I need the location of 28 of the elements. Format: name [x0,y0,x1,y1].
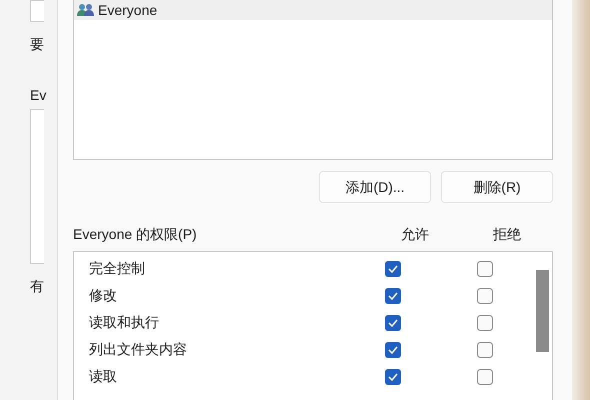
user-name: Everyone [98,0,158,20]
column-header: 拒绝 [492,224,522,244]
permission-name: 读取 [89,367,118,386]
checkbox[interactable] [477,314,493,330]
field-label: 要 [30,35,45,54]
field-label: Ev [30,86,48,105]
text-field[interactable] [30,0,44,22]
user-row[interactable]: Everyone [74,0,552,20]
checkbox[interactable] [385,260,401,276]
checkbox[interactable] [477,288,493,304]
column-header: 允许 [400,224,430,244]
checkbox[interactable] [385,342,401,358]
checkbox[interactable] [385,368,401,384]
users-icon [77,3,95,17]
checkbox[interactable] [477,260,493,276]
permission-name: 列出文件夹内容 [89,340,188,359]
permission-name: 修改 [89,286,118,305]
permission-name: 完全控制 [89,259,146,278]
dialog-button[interactable]: 删除(R) [441,171,553,203]
checkbox[interactable] [385,314,401,330]
checkbox[interactable] [385,288,401,304]
permission-name: 读取和执行 [89,313,160,332]
dialog-button[interactable]: 添加(D)... [319,171,431,203]
checkbox[interactable] [477,342,493,358]
scrollbar-thumb[interactable] [536,270,549,352]
checkbox[interactable] [477,368,493,384]
field-label: 有 [30,277,45,296]
permissions-label: Everyone 的权限(P) [73,224,198,244]
